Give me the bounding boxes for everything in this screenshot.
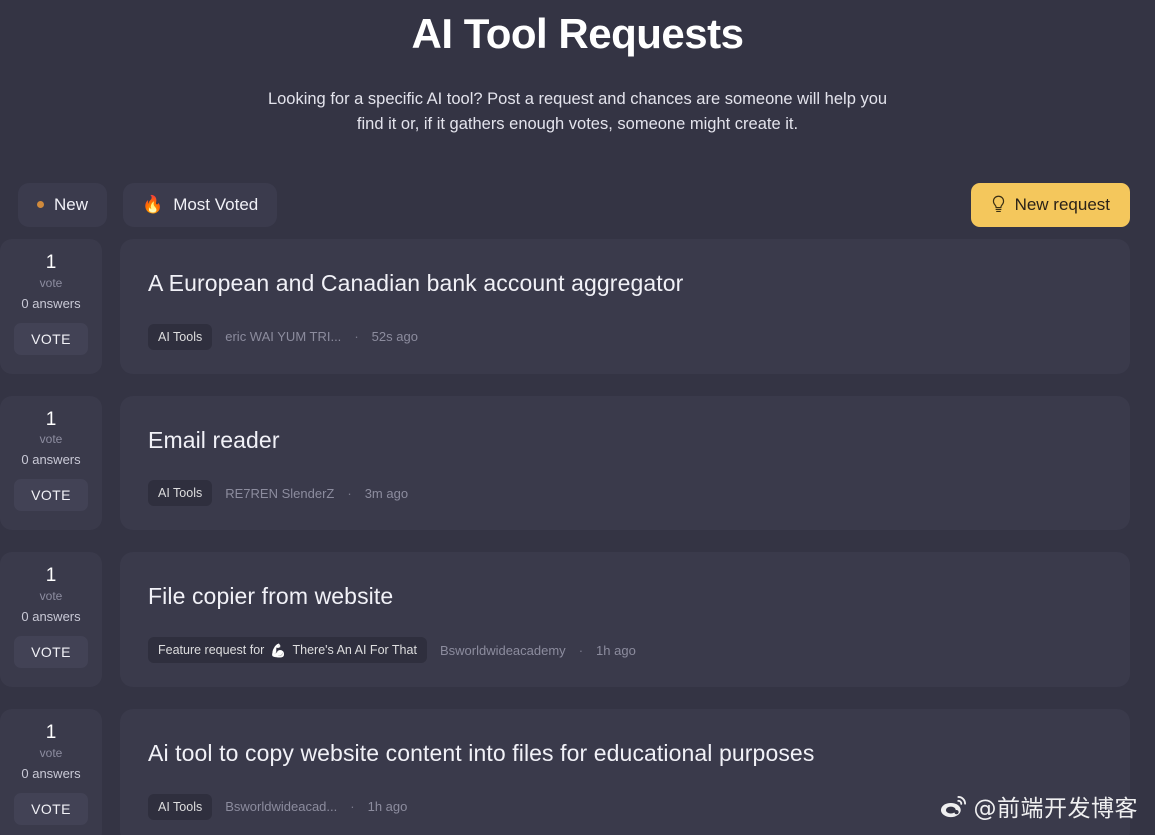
request-card[interactable]: Ai tool to copy website content into fil…	[120, 709, 1130, 835]
orange-dot-icon	[37, 201, 44, 209]
category-chip[interactable]: AI Tools	[148, 480, 213, 507]
vote-word-label: vote	[39, 589, 63, 604]
request-title: A European and Canadian bank account agg…	[148, 269, 684, 296]
request-list: 1 vote 0 answers VOTE A European and Can…	[0, 238, 1155, 835]
page-title: AI Tool Requests	[411, 10, 744, 57]
vote-button[interactable]: VOTE	[14, 636, 88, 669]
request-row: 1 vote 0 answers VOTE Ai tool to copy we…	[0, 709, 1155, 835]
category-chip[interactable]: AI Tools	[148, 793, 213, 820]
vote-button[interactable]: VOTE	[14, 322, 88, 355]
category-chip[interactable]: AI Tools	[148, 323, 213, 350]
vote-column: 1 vote 0 answers VOTE	[0, 395, 102, 531]
request-time: 1h ago	[596, 642, 636, 658]
request-card[interactable]: A European and Canadian bank account agg…	[120, 238, 1130, 374]
vote-button[interactable]: VOTE	[14, 792, 88, 825]
vote-word-label: vote	[39, 432, 63, 447]
flexed-biceps-icon: 💪	[270, 642, 287, 658]
vote-button[interactable]: VOTE	[14, 479, 88, 512]
request-meta: AI Tools RE7REN SlenderZ · 3m ago	[148, 480, 1102, 507]
vote-count: 1	[45, 251, 57, 273]
chip-label: There's An AI For That	[292, 643, 417, 658]
meta-separator: ·	[350, 799, 355, 815]
request-time: 1h ago	[367, 799, 408, 815]
request-author: Bsworldwideacad...	[225, 799, 338, 815]
new-request-label: New request	[1014, 194, 1110, 214]
request-meta: Feature request for 💪 There's An AI For …	[148, 637, 1102, 664]
tab-most-voted[interactable]: 🔥 Most Voted	[123, 182, 278, 227]
tab-most-voted-label: Most Voted	[173, 194, 259, 214]
meta-separator: ·	[354, 329, 359, 345]
tab-group: New 🔥 Most Voted	[18, 182, 278, 227]
chip-label: AI Tools	[158, 329, 203, 344]
vote-column: 1 vote 0 answers VOTE	[0, 238, 102, 374]
request-author: eric WAI YUM TRI...	[225, 329, 342, 345]
answers-count: 0 answers	[21, 609, 81, 625]
meta-separator: ·	[347, 485, 352, 501]
request-title: File copier from website	[148, 583, 394, 610]
vote-count: 1	[45, 565, 57, 587]
answers-count: 0 answers	[21, 452, 81, 468]
vote-column: 1 vote 0 answers VOTE	[0, 552, 102, 688]
meta-separator: ·	[578, 642, 584, 658]
answers-count: 0 answers	[21, 295, 81, 311]
vote-count: 1	[45, 722, 57, 744]
tab-new-label: New	[54, 194, 89, 214]
request-card[interactable]: File copier from website Feature request…	[120, 552, 1130, 688]
answers-count: 0 answers	[21, 765, 81, 781]
chip-prefix: Feature request for	[158, 643, 265, 658]
lightbulb-icon	[992, 196, 1004, 213]
request-row: 1 vote 0 answers VOTE File copier from w…	[0, 552, 1155, 688]
new-request-button[interactable]: New request	[970, 182, 1130, 227]
request-meta: AI Tools Bsworldwideacad... · 1h ago	[148, 793, 1102, 820]
vote-column: 1 vote 0 answers VOTE	[0, 709, 102, 835]
request-meta: AI Tools eric WAI YUM TRI... · 52s ago	[148, 323, 1102, 350]
request-card[interactable]: Email reader AI Tools RE7REN SlenderZ · …	[120, 395, 1130, 531]
request-title: Ai tool to copy website content into fil…	[148, 740, 815, 767]
page-subtitle: Looking for a specific AI tool? Post a r…	[267, 89, 888, 133]
request-time: 3m ago	[364, 485, 409, 501]
flame-icon: 🔥	[142, 195, 164, 215]
request-author: RE7REN SlenderZ	[225, 485, 335, 501]
tab-new[interactable]: New	[18, 182, 108, 227]
vote-count: 1	[45, 408, 57, 430]
chip-label: AI Tools	[158, 799, 203, 814]
request-row: 1 vote 0 answers VOTE Email reader AI To…	[0, 395, 1155, 531]
vote-word-label: vote	[39, 275, 63, 290]
request-title: Email reader	[148, 426, 280, 453]
request-author: Bsworldwideacademy	[439, 642, 566, 658]
feature-request-chip[interactable]: Feature request for 💪 There's An AI For …	[148, 637, 427, 664]
toolbar: New 🔥 Most Voted New request	[0, 179, 1155, 231]
vote-word-label: vote	[39, 745, 63, 760]
request-time: 52s ago	[371, 329, 418, 345]
request-row: 1 vote 0 answers VOTE A European and Can…	[0, 238, 1155, 374]
chip-label: AI Tools	[158, 486, 203, 501]
page-header: AI Tool Requests Looking for a specific …	[0, 0, 1155, 137]
